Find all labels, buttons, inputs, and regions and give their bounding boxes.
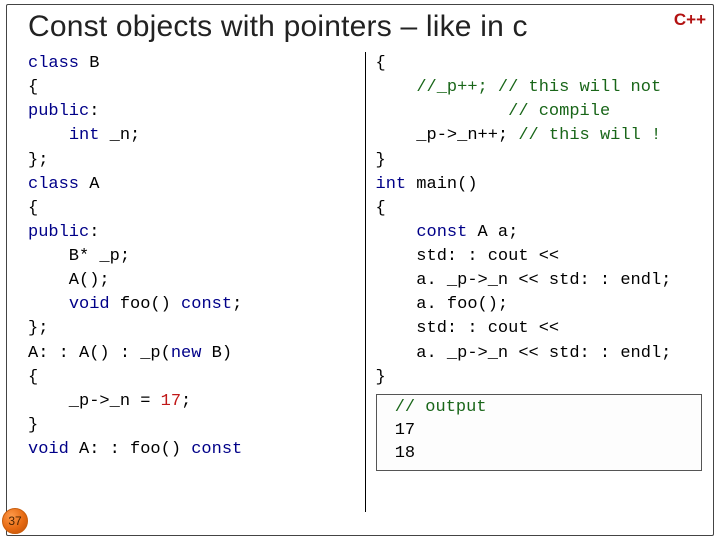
page-number: 37 [8,514,21,528]
kw-class: class [28,175,79,194]
code-text: A: : foo() [69,440,191,459]
code-text: { [28,199,38,218]
comment: // compile [508,102,610,121]
code-text: A(); [28,271,110,290]
output-line: 17 [385,421,416,440]
kw-public: public [28,223,89,242]
code-text: a. _p->_n << std: : endl; [376,271,672,290]
output-box: // output 17 18 [376,394,703,471]
code-text: } [28,416,38,435]
code-text [28,295,69,314]
kw-const: const [191,440,242,459]
code-text: } [376,151,386,170]
comment: //_p++; // this will not [416,78,661,97]
comment: // this will ! [518,126,661,145]
code-text: : [89,223,99,242]
code-text: : [89,102,99,121]
page-number-badge: 37 [2,508,28,534]
code-text: std: : cout << [376,319,560,338]
code-text [376,102,509,121]
code-text: ; [181,392,191,411]
kw-int: int [69,126,100,145]
code-text: _p->_n++; [376,126,519,145]
code-text: a. foo(); [376,295,509,314]
code-text: { [28,78,38,97]
code-text: main() [406,175,477,194]
kw-const: const [181,295,232,314]
output-line: 18 [385,444,416,463]
code-text: std: : cout << [376,247,560,266]
code-text: B [79,54,99,73]
slide-title: Const objects with pointers – like in c [28,10,702,44]
language-badge: C++ [674,10,706,30]
code-text: foo() [110,295,181,314]
code-column-left: class B { public: int _n; }; class A { p… [28,52,366,512]
kw-public: public [28,102,89,121]
code-text: } [376,368,386,387]
code-text: { [28,368,38,387]
kw-void: void [28,440,69,459]
number-literal: 17 [161,392,181,411]
kw-int: int [376,175,407,194]
slide: C++ Const objects with pointers – like i… [0,0,720,540]
output-label: // output [385,398,487,417]
code-text [376,78,417,97]
code-text: B* _p; [28,247,130,266]
code-text: A [79,175,99,194]
code-text: A: : A() : _p( [28,344,171,363]
code-text: }; [28,319,48,338]
code-text [376,223,417,242]
kw-class: class [28,54,79,73]
code-text: B) [201,344,232,363]
kw-new: new [171,344,202,363]
code-text: }; [28,151,48,170]
code-text: { [376,199,386,218]
code-text: ; [232,295,242,314]
code-text: _p->_n = [28,392,161,411]
code-text: _n; [99,126,140,145]
code-text: A a; [467,223,518,242]
code-text [28,126,69,145]
code-column-right: { //_p++; // this will not // compile _p… [366,52,703,512]
kw-void: void [69,295,110,314]
code-columns: class B { public: int _n; }; class A { p… [28,52,702,512]
kw-const: const [416,223,467,242]
code-text: a. _p->_n << std: : endl; [376,344,672,363]
code-text: { [376,54,386,73]
